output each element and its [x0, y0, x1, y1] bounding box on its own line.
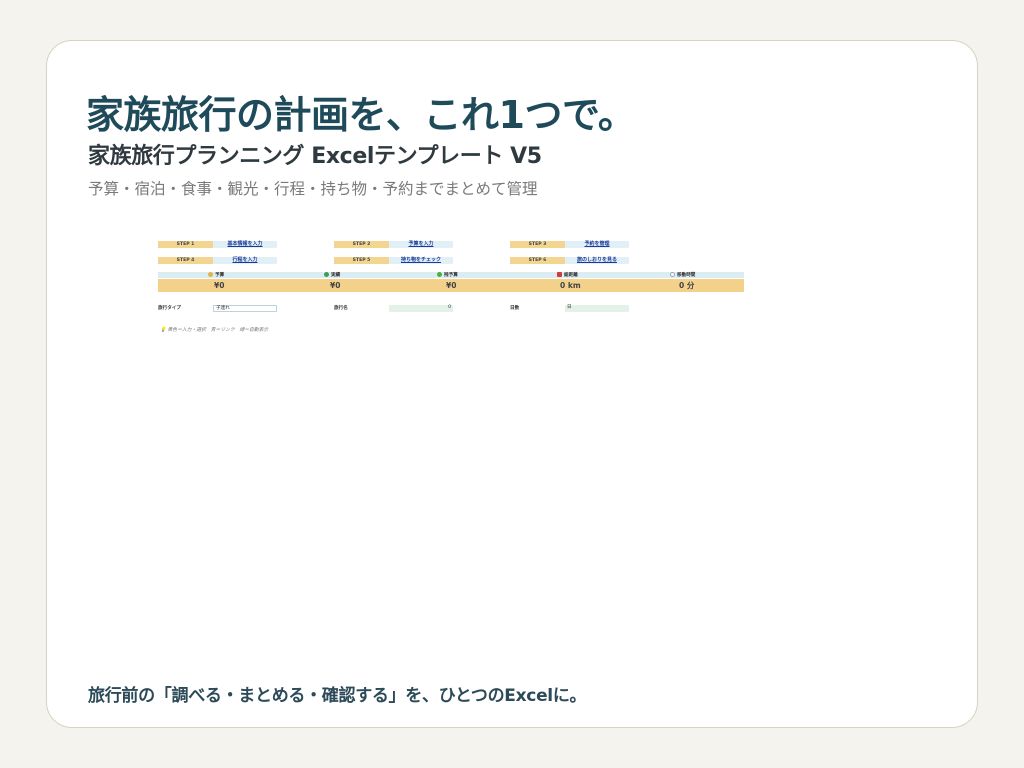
- step-2-link[interactable]: 予算を入力: [389, 241, 453, 248]
- step-3-link[interactable]: 予約を管理: [565, 241, 629, 248]
- trip-type-select[interactable]: 子連れ: [213, 305, 277, 312]
- recycle-icon: [324, 272, 329, 277]
- kpi-actual-value: ¥0: [330, 281, 341, 290]
- kpi-distance-value: 0 km: [560, 281, 581, 290]
- trip-type-label: 旅行タイプ: [158, 306, 181, 311]
- days-label: 日数: [510, 306, 520, 311]
- kpi-travel-time-label: 移動時間: [670, 272, 695, 278]
- trip-name-label: 旅行名: [334, 306, 348, 311]
- kpi-travel-time-value: 0 分: [679, 281, 695, 290]
- step-5-link[interactable]: 持ち物をチェック: [389, 257, 453, 264]
- step-6-link[interactable]: 旅のしおりを見る: [565, 257, 629, 264]
- feature-tagline: 予算・宿泊・食事・観光・行程・持ち物・予約までまとめて管理: [88, 180, 538, 198]
- step-6-label: STEP 6: [510, 257, 565, 264]
- kpi-remaining-value: ¥0: [446, 281, 457, 290]
- step-3-label: STEP 3: [510, 241, 565, 248]
- step-5-label: STEP 5: [334, 257, 389, 264]
- page-title: 家族旅行の計画を、これ1つで。: [86, 93, 636, 137]
- kpi-distance-label: 総距離: [557, 272, 578, 278]
- stopwatch-icon: [670, 272, 675, 277]
- trip-name-value: 0: [389, 305, 453, 312]
- days-value: 日: [565, 305, 629, 312]
- kpi-actual-label: 実績: [324, 272, 340, 278]
- step-4-label: STEP 4: [158, 257, 213, 264]
- kpi-budget-label: 予算: [208, 272, 224, 278]
- step-4-link[interactable]: 行程を入力: [213, 257, 277, 264]
- color-legend-note: 💡 黄色＝入力・選択 青＝リンク 緑＝自動表示: [160, 328, 269, 333]
- spreadsheet-preview: STEP 1 基本情報を入力 STEP 2 予算を入力 STEP 3 予約を管理…: [158, 240, 744, 340]
- step-1-label: STEP 1: [158, 241, 213, 248]
- money-bag-icon: [208, 272, 213, 277]
- green-circle-icon: [437, 272, 442, 277]
- car-icon: [557, 272, 562, 277]
- footer-tagline: 旅行前の「調べる・まとめる・確認する」を、ひとつのExcelに。: [88, 686, 587, 706]
- product-subtitle: 家族旅行プランニング Excelテンプレート V5: [88, 144, 542, 169]
- step-1-link[interactable]: 基本情報を入力: [213, 241, 277, 248]
- kpi-remaining-label: 残予算: [437, 272, 458, 278]
- kpi-budget-value: ¥0: [214, 281, 225, 290]
- step-2-label: STEP 2: [334, 241, 389, 248]
